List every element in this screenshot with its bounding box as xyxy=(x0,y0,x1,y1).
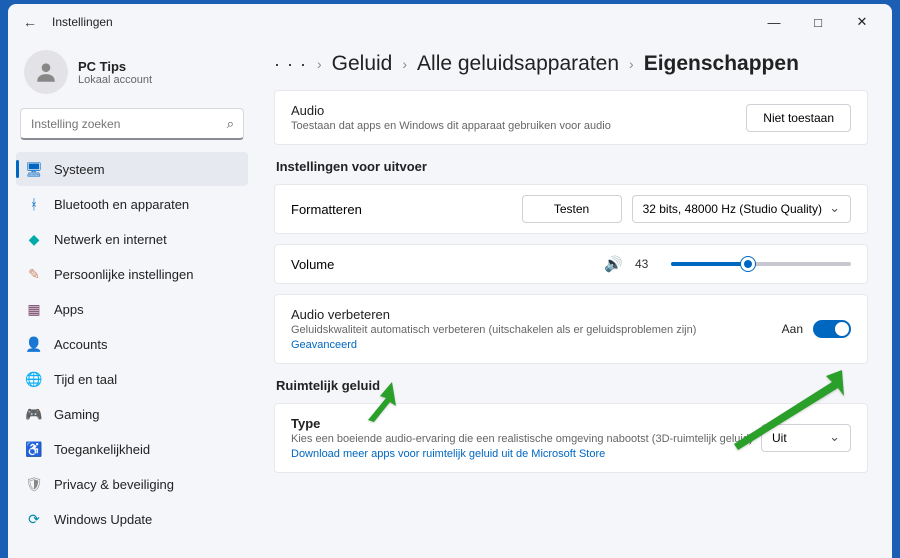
section-spatial: Ruimtelijk geluid xyxy=(276,378,868,393)
sidebar-item-label: Apps xyxy=(54,302,84,317)
toegankelijkheid-icon: ♿ xyxy=(26,441,42,457)
gaming-icon: 🎮 xyxy=(26,406,42,422)
sidebar-item-gaming[interactable]: 🎮 Gaming xyxy=(16,397,248,431)
sidebar-item-bluetooth[interactable]: ᚼ Bluetooth en apparaten xyxy=(16,187,248,221)
sidebar-item-label: Toegankelijkheid xyxy=(54,442,150,457)
audio-title: Audio xyxy=(291,103,746,118)
update-icon: ⟳ xyxy=(26,511,42,527)
sidebar-item-label: Persoonlijke instellingen xyxy=(54,267,193,282)
sidebar-item-label: Tijd en taal xyxy=(54,372,117,387)
enhance-advanced-link[interactable]: Geavanceerd xyxy=(291,339,782,351)
section-output: Instellingen voor uitvoer xyxy=(276,159,868,174)
enhance-subtitle: Geluidskwaliteit automatisch verbeteren … xyxy=(291,324,782,336)
sidebar-item-systeem[interactable]: 🖥 Systeem xyxy=(16,152,248,186)
page-title: Eigenschappen xyxy=(644,52,799,76)
breadcrumb: · · · › Geluid › Alle geluidsapparaten ›… xyxy=(274,46,868,90)
sidebar-item-privacy[interactable]: 🛡 Privacy & beveiliging xyxy=(16,467,248,501)
systeem-icon: 🖥 xyxy=(26,161,42,177)
accounts-icon: 👤 xyxy=(26,336,42,352)
enhance-toggle[interactable] xyxy=(813,320,851,338)
sidebar-item-persoonlijk[interactable]: ✎ Persoonlijke instellingen xyxy=(16,257,248,291)
audio-subtitle: Toestaan dat apps en Windows dit apparaa… xyxy=(291,120,746,132)
privacy-icon: 🛡 xyxy=(26,476,42,492)
user-name: PC Tips xyxy=(78,59,152,74)
maximize-button[interactable]: □ xyxy=(796,7,840,37)
spatial-value: Uit xyxy=(772,431,787,445)
main-content: · · · › Geluid › Alle geluidsapparaten ›… xyxy=(256,40,892,558)
sidebar-item-tijd[interactable]: 🌐 Tijd en taal xyxy=(16,362,248,396)
sidebar-item-label: Accounts xyxy=(54,337,107,352)
speaker-icon[interactable]: 🔊 xyxy=(604,255,623,273)
sidebar-item-label: Gaming xyxy=(54,407,100,422)
format-card: Formatteren Testen 32 bits, 48000 Hz (St… xyxy=(274,184,868,234)
sidebar-item-label: Privacy & beveiliging xyxy=(54,477,174,492)
chevron-right-icon: › xyxy=(402,56,407,72)
volume-slider[interactable] xyxy=(671,262,851,266)
close-button[interactable]: ✕ xyxy=(840,7,884,37)
enhance-state: Aan xyxy=(782,322,803,336)
nav-list: 🖥 Systeem ᚼ Bluetooth en apparaten ◆ Netwerk … xyxy=(16,152,248,536)
chevron-right-icon: › xyxy=(629,56,634,72)
netwerk-icon: ◆ xyxy=(26,231,42,247)
search-input[interactable] xyxy=(20,108,244,140)
spatial-subtitle: Kies een boeiende audio-ervaring die een… xyxy=(291,433,761,445)
sidebar-item-accounts[interactable]: 👤 Accounts xyxy=(16,327,248,361)
window-title: Instellingen xyxy=(52,15,113,29)
sidebar-item-label: Netwerk en internet xyxy=(54,232,167,247)
sidebar-item-label: Bluetooth en apparaten xyxy=(54,197,189,212)
breadcrumb-sound[interactable]: Geluid xyxy=(332,52,393,76)
disallow-button[interactable]: Niet toestaan xyxy=(746,104,851,132)
chevron-right-icon: › xyxy=(317,56,322,72)
sidebar-item-apps[interactable]: ▦ Apps xyxy=(16,292,248,326)
format-value: 32 bits, 48000 Hz (Studio Quality) xyxy=(643,202,822,216)
persoonlijk-icon: ✎ xyxy=(26,266,42,282)
minimize-button[interactable]: — xyxy=(752,7,796,37)
sidebar-item-toegankelijkheid[interactable]: ♿ Toegankelijkheid xyxy=(16,432,248,466)
enhance-card: Audio verbeteren Geluidskwaliteit automa… xyxy=(274,294,868,364)
user-block[interactable]: PC Tips Lokaal account xyxy=(16,46,248,108)
search-box: ⌕ xyxy=(20,108,244,140)
spatial-store-link[interactable]: Download meer apps voor ruimtelijk gelui… xyxy=(291,448,761,460)
format-label: Formatteren xyxy=(291,202,512,217)
titlebar: ← Instellingen — □ ✕ xyxy=(8,4,892,40)
breadcrumb-all-devices[interactable]: Alle geluidsapparaten xyxy=(417,52,619,76)
breadcrumb-more[interactable]: · · · xyxy=(274,54,307,75)
sidebar-item-netwerk[interactable]: ◆ Netwerk en internet xyxy=(16,222,248,256)
spatial-select[interactable]: Uit xyxy=(761,424,851,452)
person-icon xyxy=(33,59,59,85)
audio-allow-card: Audio Toestaan dat apps en Windows dit a… xyxy=(274,90,868,145)
user-subtitle: Lokaal account xyxy=(78,74,152,86)
avatar xyxy=(24,50,68,94)
spatial-title: Type xyxy=(291,416,761,431)
sidebar-item-update[interactable]: ⟳ Windows Update xyxy=(16,502,248,536)
sidebar-item-label: Systeem xyxy=(54,162,105,177)
test-button[interactable]: Testen xyxy=(522,195,622,223)
sidebar-item-label: Windows Update xyxy=(54,512,152,527)
search-icon: ⌕ xyxy=(227,116,234,132)
volume-card: Volume 🔊 43 xyxy=(274,244,868,284)
enhance-title: Audio verbeteren xyxy=(291,307,782,322)
tijd-icon: 🌐 xyxy=(26,371,42,387)
sidebar: PC Tips Lokaal account ⌕ 🖥 Systeem ᚼ Blueto… xyxy=(8,40,256,558)
spatial-card: Type Kies een boeiende audio-ervaring di… xyxy=(274,403,868,473)
apps-icon: ▦ xyxy=(26,301,42,317)
volume-value: 43 xyxy=(635,257,659,271)
back-button[interactable]: ← xyxy=(16,14,44,30)
bluetooth-icon: ᚼ xyxy=(26,196,42,212)
format-select[interactable]: 32 bits, 48000 Hz (Studio Quality) xyxy=(632,195,851,223)
volume-label: Volume xyxy=(291,257,592,272)
settings-window: ← Instellingen — □ ✕ PC Tips Lokaal acco… xyxy=(8,4,892,558)
